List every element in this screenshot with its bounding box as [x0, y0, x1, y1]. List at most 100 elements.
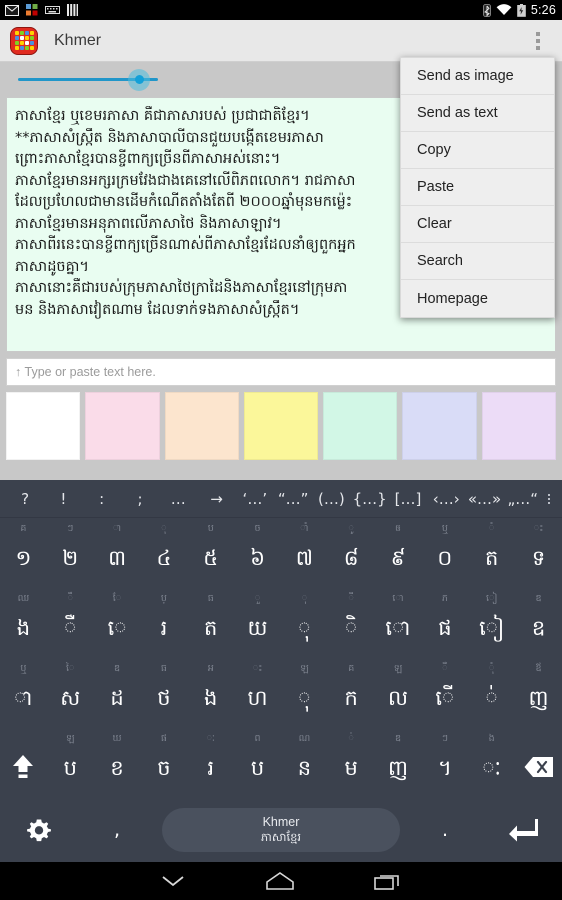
space-key[interactable]: Khmer ភាសាខ្មែរ — [162, 808, 400, 852]
key[interactable]: គក — [328, 658, 375, 728]
overflow-menu-icon[interactable] — [528, 20, 548, 62]
keyboard-row-4: ឡប ឃខ ផច ៈរ ពប ណន ់ម ឌញ ៗ។ ងៈ — [0, 728, 562, 798]
symbol-key[interactable]: → — [197, 490, 235, 508]
symbol-key[interactable]: […] — [389, 490, 427, 508]
symbol-key[interactable]: {…} — [351, 490, 389, 508]
swatch-peach[interactable] — [164, 392, 239, 460]
key[interactable]: ំត — [468, 518, 515, 588]
key[interactable]: ៀៀ — [468, 588, 515, 658]
key[interactable]: ាំ៧ — [281, 518, 328, 588]
slider-thumb[interactable] — [128, 68, 150, 91]
key[interactable]: ពប — [234, 728, 281, 798]
key[interactable]: ភផ — [421, 588, 468, 658]
symbol-key[interactable]: ‹…› — [427, 490, 465, 508]
key[interactable]: ់ម — [328, 728, 375, 798]
key[interactable]: ូ៨ — [328, 518, 375, 588]
key[interactable]: ា៣ — [94, 518, 141, 588]
key[interactable]: ោោ — [375, 588, 422, 658]
key[interactable]: ឹឺ — [47, 588, 94, 658]
swatch-purple[interactable] — [481, 392, 556, 460]
comma-key[interactable]: , — [78, 819, 156, 841]
key-label: ៧ — [295, 545, 313, 570]
menu-item-paste[interactable]: Paste — [401, 169, 554, 206]
recents-icon[interactable] — [374, 871, 402, 891]
swatch-pink[interactable] — [85, 392, 160, 460]
key-hint: ុ — [301, 593, 308, 604]
key[interactable]: ុ៤ — [140, 518, 187, 588]
menu-item-copy[interactable]: Copy — [401, 132, 554, 169]
key[interactable]: ណន — [281, 728, 328, 798]
key[interactable]: ៗ២ — [47, 518, 94, 588]
symbol-key[interactable]: : — [83, 490, 121, 508]
menu-item-send-as-text[interactable]: Send as text — [401, 95, 554, 132]
menu-item-search[interactable]: Search — [401, 243, 554, 280]
key[interactable]: ឌឧ — [515, 588, 562, 658]
enter-key[interactable] — [484, 817, 562, 843]
key[interactable]: ឪញ — [515, 658, 562, 728]
key[interactable]: ួយ — [234, 588, 281, 658]
symbol-key[interactable]: ‘…’ — [236, 490, 274, 508]
key-hint: ៗ — [441, 733, 448, 744]
key[interactable]: ឡល — [375, 658, 422, 728]
swatch-blue[interactable] — [402, 392, 477, 460]
key[interactable]: ៃស — [47, 658, 94, 728]
key[interactable]: ះហ — [234, 658, 281, 728]
key-hint: ឌ — [395, 733, 402, 744]
home-icon[interactable] — [265, 871, 295, 891]
symbol-key[interactable]: “…” — [274, 490, 312, 508]
key[interactable]: ឬា — [0, 658, 47, 728]
menu-item-homepage[interactable]: Homepage — [401, 280, 554, 317]
key[interactable]: ប្រ — [140, 588, 187, 658]
backspace-key[interactable] — [515, 728, 562, 798]
key[interactable]: ផច — [140, 728, 187, 798]
shift-key[interactable] — [0, 728, 47, 798]
key-hint: ផ — [160, 733, 167, 744]
period-key[interactable]: . — [406, 819, 484, 841]
key-hint: ាំ — [300, 523, 309, 534]
key[interactable]: ៗ។ — [421, 728, 468, 798]
key[interactable]: ីិ — [328, 588, 375, 658]
settings-key[interactable] — [0, 816, 78, 844]
key[interactable]: ឲ៩ — [375, 518, 422, 588]
symbol-key[interactable]: ! — [44, 490, 82, 508]
key[interactable]: ធថ — [140, 658, 187, 728]
swatch-yellow[interactable] — [243, 392, 319, 460]
key[interactable]: អង — [187, 658, 234, 728]
menu-item-send-as-image[interactable]: Send as image — [401, 58, 554, 95]
symbol-row: ? ! : ; … → ‘…’ “…” (…) {…} […] ‹…› «…» … — [0, 480, 562, 518]
symbol-key[interactable]: ? — [6, 490, 44, 508]
hide-keyboard-chevron-icon[interactable] — [160, 873, 186, 889]
key[interactable]: ឌញ — [375, 728, 422, 798]
key[interactable]: ុុ — [281, 588, 328, 658]
menu-item-clear[interactable]: Clear — [401, 206, 554, 243]
key[interactable]: ងៈ — [468, 728, 515, 798]
symbol-key[interactable]: „…“ — [504, 490, 542, 508]
swatch-white[interactable] — [6, 392, 81, 460]
key[interactable]: ែេ — [94, 588, 141, 658]
swatch-mint[interactable] — [323, 392, 398, 460]
key[interactable]: ឡប — [47, 728, 94, 798]
key[interactable]: ប៥ — [187, 518, 234, 588]
key[interactable]: ឡុ — [281, 658, 328, 728]
keyboard-row-1: គ១ ៗ២ ា៣ ុ៤ ប៥ ច៦ ាំ៧ ូ៨ ឲ៩ ឬ០ ំត ះទ — [0, 518, 562, 588]
search-input[interactable]: ↑ Type or paste text here. — [6, 358, 556, 386]
key[interactable]: គ១ — [0, 518, 47, 588]
symbol-key[interactable]: … — [159, 490, 197, 508]
key[interactable]: ះទ — [515, 518, 562, 588]
key-label: ់ — [485, 685, 498, 710]
symbol-key[interactable]: ; — [121, 490, 159, 508]
key[interactable]: ឌដ — [94, 658, 141, 728]
key[interactable]: ឬ០ — [421, 518, 468, 588]
key[interactable]: ច៦ — [234, 518, 281, 588]
key[interactable]: ធត — [187, 588, 234, 658]
key-hint: ោ — [392, 593, 404, 604]
key[interactable]: ុំ់ — [468, 658, 515, 728]
symbol-row-more-icon[interactable] — [542, 493, 556, 504]
symbol-key[interactable]: «…» — [465, 490, 503, 508]
font-size-slider[interactable] — [18, 68, 158, 91]
symbol-key[interactable]: (…) — [312, 490, 350, 508]
key[interactable]: ឈង — [0, 588, 47, 658]
key[interactable]: ៈរ — [187, 728, 234, 798]
key[interactable]: ឺើ — [421, 658, 468, 728]
key[interactable]: ឃខ — [94, 728, 141, 798]
